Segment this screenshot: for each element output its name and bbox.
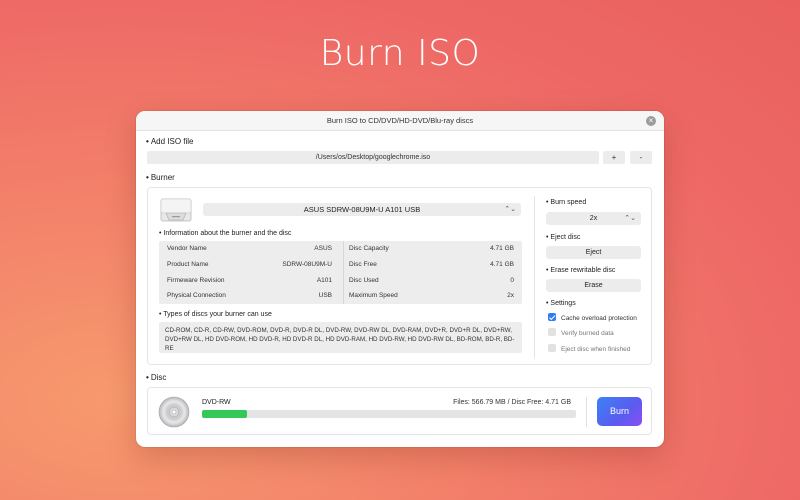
disc-section-label: • Disc	[146, 373, 167, 382]
settings-label: • Settings	[546, 300, 576, 307]
info-key: Product Name	[167, 260, 209, 268]
checkbox-icon[interactable]	[548, 328, 556, 337]
burn-speed-select[interactable]: 2x ⌃⌄	[546, 212, 641, 225]
hero-title: Burn ISO	[319, 33, 481, 74]
erase-button[interactable]: Erase	[546, 279, 641, 292]
table-row: Physical Connection USB Maximum Speed 2x	[159, 288, 522, 304]
chevron-updown-icon: ⌃⌄	[504, 206, 516, 213]
burn-speed-label: • Burn speed	[546, 199, 587, 206]
burner-info-table: Vendor Name ASUS Disc Capacity 4.71 GB P…	[159, 241, 522, 304]
info-value: 0	[510, 276, 514, 284]
window-title: Burn ISO to CD/DVD/HD-DVD/Blu-ray discs	[326, 116, 474, 125]
info-value: 4.71 GB	[490, 260, 514, 268]
remove-file-button[interactable]: -	[630, 151, 652, 164]
disc-types-list: CD-ROM, CD-R, CD-RW, DVD-ROM, DVD-R, DVD…	[159, 322, 522, 353]
verify-data-checkbox[interactable]: Verify burned data	[548, 328, 614, 339]
info-key: Maximum Speed	[349, 292, 398, 300]
burner-panel: ASUS SDRW-08U9M-U A101 USB ⌃⌄ • Informat…	[147, 187, 652, 365]
disc-panel: DVD-RW Files: 566.79 MB / Disc Free: 4.7…	[147, 387, 652, 435]
disc-divider	[586, 397, 587, 427]
panel-divider	[534, 196, 535, 358]
info-key: Vendor Name	[167, 245, 207, 252]
cache-overload-checkbox[interactable]: Cache overload protection	[548, 313, 637, 324]
eject-when-finished-checkbox[interactable]: Eject disc when finished	[548, 344, 630, 355]
disc-usage-text: Files: 566.79 MB / Disc Free: 4.71 GB	[453, 399, 571, 406]
add-iso-section-label: • Add ISO file	[146, 137, 194, 146]
disc-icon	[158, 396, 190, 428]
info-value: A101	[316, 276, 332, 284]
info-key: Disc Capacity	[349, 245, 389, 252]
chevron-updown-icon: ⌃⌄	[624, 215, 636, 222]
burn-button[interactable]: Burn	[597, 397, 642, 426]
table-row: Vendor Name ASUS Disc Capacity 4.71 GB	[159, 241, 522, 257]
info-section-label: • Information about the burner and the d…	[159, 230, 292, 237]
info-value: USB	[318, 292, 332, 300]
types-section-label: • Types of discs your burner can use	[159, 311, 272, 318]
info-value: 4.71 GB	[490, 245, 514, 252]
table-row: Product Name SDRW-08U9M-U Disc Free 4.71…	[159, 257, 522, 273]
info-value: 2x	[507, 292, 514, 300]
eject-button[interactable]: Eject	[546, 246, 641, 259]
info-key: Disc Free	[349, 260, 377, 268]
add-file-button[interactable]: +	[603, 151, 625, 164]
disc-progress-fill	[202, 410, 247, 418]
table-row: Firmeware Revision A101 Disc Used 0	[159, 273, 522, 289]
info-value: ASUS	[314, 245, 332, 252]
info-key: Disc Used	[349, 276, 379, 284]
erase-disc-label: • Erase rewritable disc	[546, 267, 616, 274]
close-icon[interactable]: ×	[646, 116, 656, 126]
eject-disc-label: • Eject disc	[546, 234, 581, 241]
info-key: Physical Connection	[167, 292, 226, 300]
checkbox-checked-icon[interactable]	[548, 313, 556, 322]
info-key: Firmeware Revision	[167, 276, 225, 284]
disc-progress-bar	[202, 410, 576, 418]
burner-select[interactable]: ASUS SDRW-08U9M-U A101 USB ⌃⌄	[203, 203, 521, 216]
main-window: Burn ISO to CD/DVD/HD-DVD/Blu-ray discs …	[136, 111, 664, 447]
window-titlebar: Burn ISO to CD/DVD/HD-DVD/Blu-ray discs …	[136, 111, 664, 131]
burner-section-label: • Burner	[146, 173, 175, 182]
iso-file-path: /Users/os/Desktop/googlechrome.iso	[147, 151, 599, 164]
info-value: SDRW-08U9M-U	[282, 260, 332, 268]
checkbox-icon[interactable]	[548, 344, 556, 353]
disc-type: DVD-RW	[202, 399, 231, 406]
optical-drive-icon	[160, 198, 192, 222]
